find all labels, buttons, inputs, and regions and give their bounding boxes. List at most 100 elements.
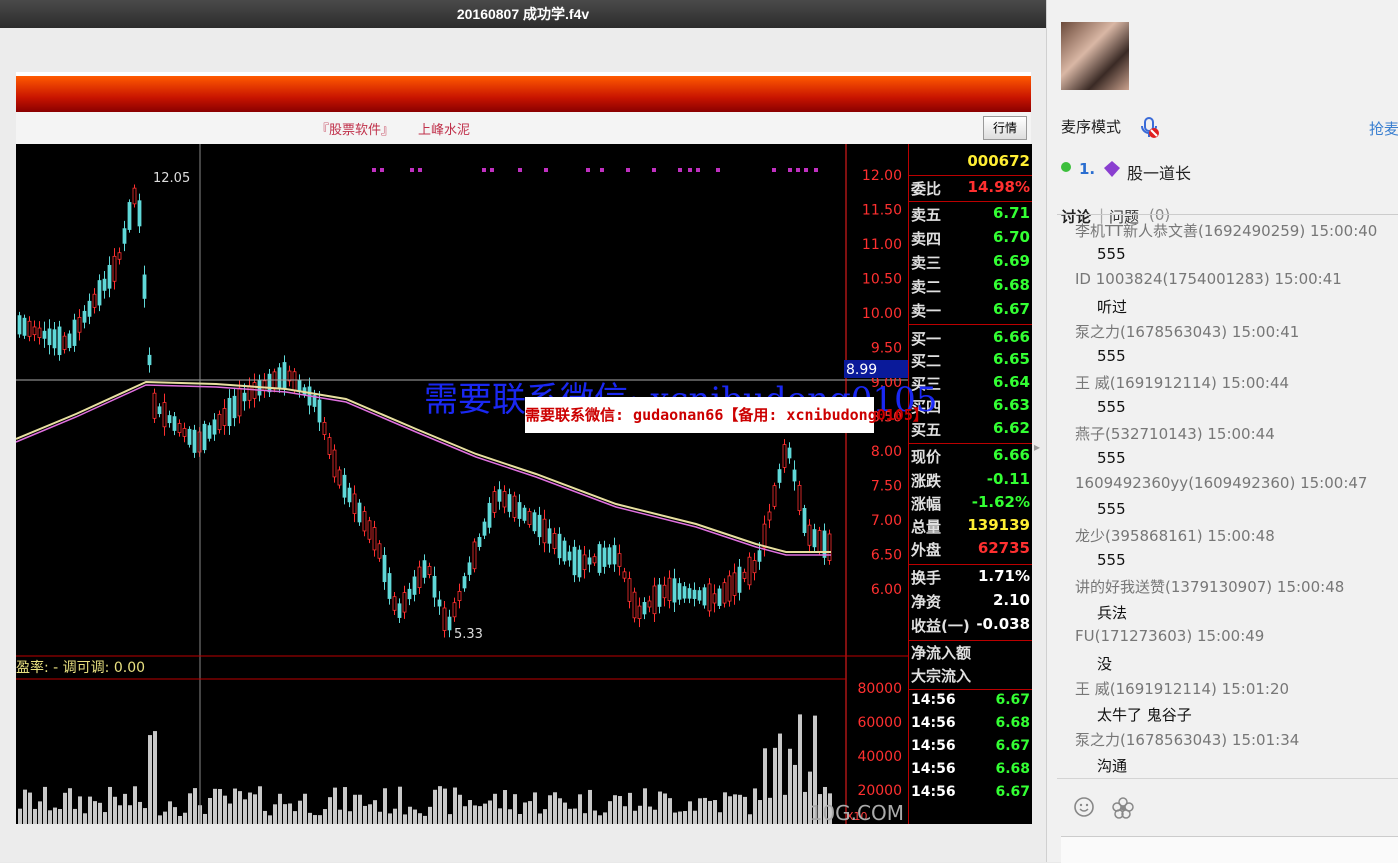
- volume-bar: [63, 792, 67, 824]
- sell-2: 卖二 6.68: [911, 276, 1030, 296]
- chat-input[interactable]: [1061, 836, 1398, 863]
- stock-name[interactable]: 上峰水泥: [418, 119, 470, 138]
- price-axis-label: 11.00: [862, 237, 902, 253]
- signal-marker: [586, 168, 590, 172]
- candle: [602, 547, 607, 567]
- emoji-icon[interactable]: [1073, 796, 1097, 820]
- message-sender: 1609492360yy(1609492360) 15:00:47: [1075, 474, 1368, 492]
- candle: [387, 573, 392, 599]
- contact-banner: 需要联系微信: gudaonan66【备用: xcnibudong0105】: [525, 397, 928, 433]
- candle: [247, 385, 252, 401]
- message-list[interactable]: 李机TT新人恭文善(1692490259) 15:00:40 555 ID 10…: [1047, 222, 1398, 774]
- volume-bar: [188, 793, 192, 824]
- mic-off-icon[interactable]: [1139, 116, 1159, 138]
- message-sender: 燕子(532710143) 15:00:44: [1075, 425, 1275, 443]
- candle: [632, 591, 637, 619]
- candle: [597, 544, 602, 573]
- volume-bar: [548, 795, 552, 824]
- candle: [507, 494, 512, 512]
- volume-bar: [593, 810, 597, 824]
- candle: [202, 423, 207, 451]
- candle: [642, 602, 647, 615]
- volume-bar: [143, 808, 147, 824]
- queue-name[interactable]: 股一道长: [1127, 160, 1191, 184]
- kline-chart[interactable]: 12.05 5.33 盈率: - 调可调: 0.00 12.00 11.50 11.…: [15, 144, 908, 825]
- candle: [537, 514, 542, 538]
- volume-bar: [468, 800, 472, 824]
- avatar[interactable]: [1061, 22, 1129, 90]
- price-axis-label: 7.00: [871, 513, 902, 529]
- candle: [267, 373, 272, 393]
- candle: [697, 590, 702, 601]
- candle: [67, 333, 72, 349]
- candle: [682, 586, 687, 599]
- volume-bar: [433, 789, 437, 824]
- volume-bar: [308, 812, 312, 824]
- candle: [147, 354, 152, 366]
- volume-bar: [583, 813, 587, 824]
- signal-marker: [772, 168, 776, 172]
- message-sender: 龙少(395868161) 15:00:48: [1075, 527, 1275, 545]
- stat-volume: 总量 139139: [911, 516, 1030, 536]
- weibi-row: 委比 14.98%: [911, 178, 1030, 198]
- candle: [672, 578, 677, 603]
- candle: [492, 491, 497, 513]
- volume-bar: [293, 811, 297, 824]
- volume-bar: [88, 796, 92, 824]
- quote-button[interactable]: 行情: [983, 116, 1027, 140]
- candle: [527, 511, 532, 525]
- candle: [112, 255, 117, 282]
- volume-bar: [668, 798, 672, 824]
- volume-bar: [558, 798, 562, 824]
- volume-bar: [438, 786, 442, 824]
- candle: [262, 380, 267, 391]
- volume-bar: [168, 801, 172, 824]
- candle: [477, 537, 482, 547]
- volume-bar: [238, 791, 242, 824]
- candle: [617, 553, 622, 567]
- volume-bar: [333, 787, 337, 824]
- flower-icon[interactable]: [1111, 796, 1135, 820]
- volume-axis-label: 40000: [857, 749, 902, 765]
- volume-bar: [313, 815, 317, 824]
- volume-bar: [538, 813, 542, 824]
- volume-bar: [318, 815, 322, 824]
- site-watermark: 10G.COM: [810, 801, 904, 824]
- candle: [737, 566, 742, 593]
- collapse-arrow-icon[interactable]: ▸: [1034, 440, 1044, 460]
- message-text: 555: [1097, 500, 1126, 518]
- candle: [27, 320, 32, 337]
- candle: [502, 491, 507, 508]
- candle: [482, 521, 487, 536]
- volume-bar: [323, 809, 327, 824]
- candle: [692, 589, 697, 599]
- volume-bar: [298, 800, 302, 824]
- price-axis-label: 11.50: [862, 203, 902, 219]
- volume-bar: [493, 793, 497, 824]
- volume-bar: [723, 792, 727, 824]
- volume-bar: [423, 815, 427, 824]
- candle: [22, 317, 27, 336]
- candle: [422, 560, 427, 578]
- candle: [97, 280, 102, 306]
- candle: [437, 599, 442, 607]
- sell-5: 卖五 6.71: [911, 204, 1030, 224]
- volume-bar: [643, 788, 647, 824]
- volume-bar: [443, 788, 447, 824]
- candle: [117, 252, 122, 260]
- candle: [212, 419, 217, 435]
- candle: [217, 413, 222, 431]
- signal-marker: [490, 168, 494, 172]
- candle: [757, 550, 762, 562]
- volume-bar: [488, 800, 492, 824]
- sell-4: 卖四 6.70: [911, 228, 1030, 248]
- grab-mic-link[interactable]: 抢麦: [1369, 118, 1398, 139]
- volume-bar: [108, 786, 112, 824]
- candle: [817, 530, 822, 553]
- candle: [327, 437, 332, 455]
- stat-price: 现价 6.66: [911, 446, 1030, 466]
- candle: [512, 495, 517, 518]
- volume-bar: [778, 733, 782, 824]
- candle: [447, 616, 452, 631]
- volume-bar: [338, 809, 342, 824]
